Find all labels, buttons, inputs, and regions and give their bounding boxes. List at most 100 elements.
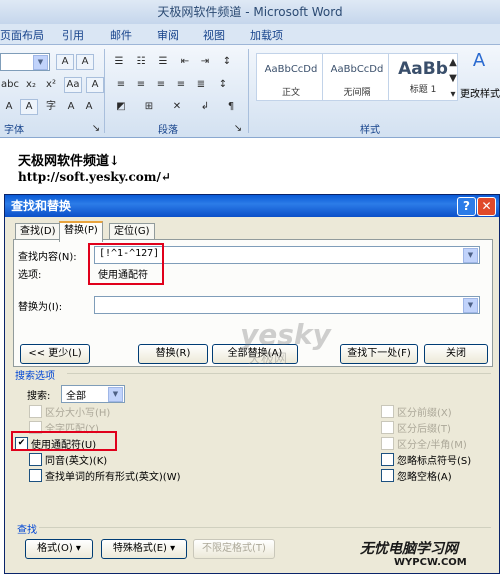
increase-indent-icon[interactable]: ⇥ [196,54,214,70]
search-direction-select[interactable]: 全部 ▼ [61,385,125,403]
numbering-icon[interactable]: ☷ [132,54,150,70]
styles-scroll-down-icon[interactable]: ▼ [447,71,459,87]
all-word-forms-checkbox[interactable] [29,469,42,482]
dialog-launcher-icon[interactable]: ↘ [90,121,102,137]
show-marks-icon[interactable]: ↲ [196,99,214,115]
multilevel-list-icon[interactable]: ☰ [154,54,172,70]
superscript-icon[interactable]: x² [42,77,60,93]
find-next-button[interactable]: 查找下一处(F) [340,344,418,364]
align-left-icon[interactable]: ≡ [112,77,130,93]
tab-replace[interactable]: 替换(P) [59,221,103,242]
dialog-launcher-icon[interactable]: ↘ [232,121,244,137]
replace-button[interactable]: 替换(R) [138,344,208,364]
options-value: 使用通配符 [98,270,148,281]
dialog-title: 查找和替换 [11,199,72,213]
chevron-down-icon[interactable]: ▼ [463,298,478,313]
ribbon-tab-references[interactable]: 引用 [62,27,84,43]
change-styles-icon[interactable]: A [468,52,490,77]
decrease-indent-icon[interactable]: ⇤ [176,54,194,70]
search-label: 搜索: [27,391,51,402]
change-case-icon[interactable]: Aa [64,77,82,93]
group-label-font: 字体 [4,125,24,136]
ribbon-tab-review[interactable]: 审阅 [157,27,179,43]
justify-icon[interactable]: ≡ [172,77,190,93]
chevron-down-icon[interactable]: ▼ [463,248,478,263]
bullets-icon[interactable]: ☰ [110,54,128,70]
ignore-space-label: 忽略空格(A) [397,472,452,483]
format-button[interactable]: 格式(O) ▾ [25,539,93,559]
special-button[interactable]: 特殊格式(E) ▾ [101,539,187,559]
word-title: 天极网软件频道 - Microsoft Word [157,5,343,19]
subscript-icon[interactable]: x₂ [22,77,40,93]
grow-font-icon[interactable]: A [56,54,74,70]
ribbon: ▼ A A abc x₂ x² Aa A A A 字 A A 字体 ↘ ☰ ☷ … [0,45,500,138]
ignore-space-checkbox[interactable] [381,469,394,482]
char-border-icon[interactable]: A [86,77,104,93]
font-color-icon[interactable]: A [0,99,18,115]
search-direction-value: 全部 [66,391,86,402]
chinese-layout-icon[interactable]: ✕ [168,99,186,115]
ribbon-tab-mailings[interactable]: 邮件 [110,27,132,43]
corner-watermark-sub: WYPCW.COM [394,557,467,568]
tab-find[interactable]: 查找(D) [15,223,61,240]
match-width-label: 区分全/半角(M) [397,440,467,451]
strikethrough-icon[interactable]: abc [0,77,19,93]
replace-input[interactable]: ▼ [94,296,480,314]
paragraph-mark-icon[interactable]: ¶ [222,99,240,115]
match-case-label: 区分大小写(H) [45,408,111,419]
replace-label: 替换为(I): [18,302,63,313]
doc-line-1: 天极网软件频道↓ [18,154,120,169]
close-icon[interactable]: ✕ [477,197,496,216]
match-prefix-label: 区分前缀(X) [397,408,452,419]
no-formatting-button[interactable]: 不限定格式(T) [193,539,275,559]
ignore-punct-checkbox[interactable] [381,453,394,466]
group-label-styles: 样式 [360,125,380,136]
less-button[interactable]: << 更少(L) [20,344,90,364]
help-icon[interactable]: ? [457,197,476,216]
enclose-char-icon[interactable]: 字 [42,99,60,115]
ignore-punct-label: 忽略标点符号(S) [397,456,472,467]
font-size-combo[interactable]: ▼ [0,53,50,71]
watermark-subtext: 天极网 [248,352,288,367]
doc-line-2: http://soft.yesky.com/↵ [18,170,171,184]
ribbon-tab-bar: 页面布局 引用 邮件 审阅 视图 加载项 [0,24,500,45]
sort-icon[interactable]: ↕ [218,54,236,70]
style-no-spacing[interactable]: AaBbCcDd 无间隔 [322,53,392,101]
chevron-down-icon[interactable]: ▼ [108,387,123,402]
align-center-icon[interactable]: ≡ [132,77,150,93]
grow-font-2-icon[interactable]: A [62,99,80,115]
ribbon-tab-addins[interactable]: 加载项 [250,27,283,43]
line-spacing-icon[interactable]: ↕ [214,77,232,93]
sounds-like-checkbox[interactable] [29,453,42,466]
watermark-logo: yesky [240,318,331,351]
change-styles-label[interactable]: 更改样式 [460,85,500,100]
ribbon-tab-page-layout[interactable]: 页面布局 [0,27,44,43]
distributed-icon[interactable]: ≣ [192,77,210,93]
find-replace-dialog: 查找和替换 ? ✕ 查找(D) 替换(P) 定位(G) 查找内容(N): [!^… [4,194,500,574]
shading-icon[interactable]: ◩ [112,99,130,115]
ribbon-tab-view[interactable]: 视图 [203,27,225,43]
match-prefix-checkbox[interactable] [381,405,394,418]
dialog-title-bar: 查找和替换 ? ✕ [5,195,499,217]
style-sample: AaBbCcDd [330,64,384,75]
style-label: 正文 [281,88,300,98]
match-suffix-label: 区分后缀(T) [397,424,451,435]
all-word-forms-label: 查找单词的所有形式(英文)(W) [45,472,181,483]
borders-icon[interactable]: ⊞ [140,99,158,115]
styles-scroll-up-icon[interactable]: ▲ [447,55,459,71]
tab-goto[interactable]: 定位(G) [109,223,155,240]
style-normal[interactable]: AaBbCcDd 正文 [256,53,326,101]
align-right-icon[interactable]: ≡ [152,77,170,93]
highlight-wildcards [11,431,117,451]
styles-more-icon[interactable]: ▾ [447,87,459,103]
close-button[interactable]: 关闭 [424,344,488,364]
match-case-checkbox[interactable] [29,405,42,418]
word-title-bar: 天极网软件频道 - Microsoft Word [0,0,500,24]
clear-format-icon[interactable]: A [76,54,94,70]
options-label: 选项: [18,270,42,281]
match-width-checkbox[interactable] [381,437,394,450]
search-options-title: 搜索选项 [15,371,55,382]
match-suffix-checkbox[interactable] [381,421,394,434]
shrink-font-icon[interactable]: A [80,99,98,115]
char-shading-icon[interactable]: A [20,99,38,115]
